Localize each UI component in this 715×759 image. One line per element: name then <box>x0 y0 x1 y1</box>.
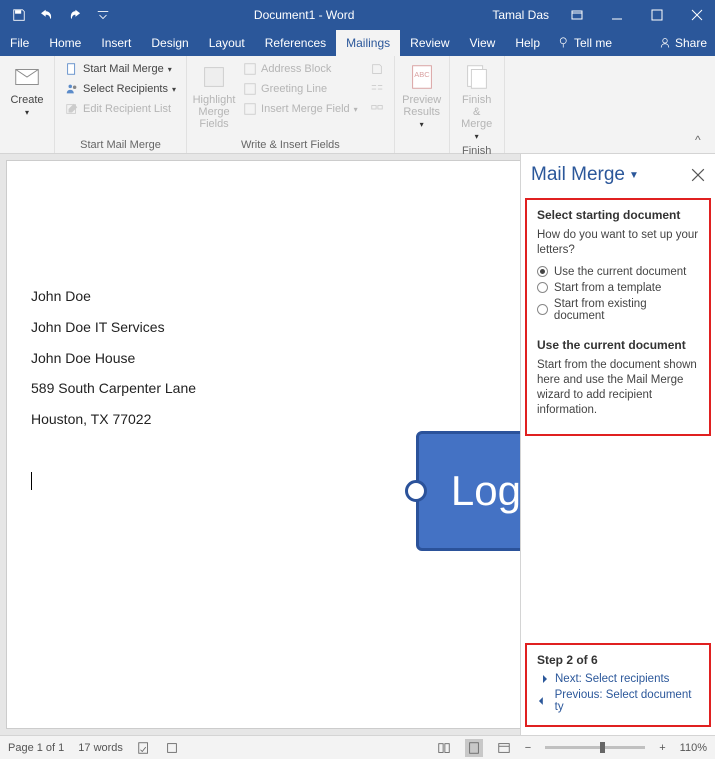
title-bar: Document1 - Word Tamal Das <box>0 0 715 30</box>
step-indicator: Step 2 of 6 <box>537 653 699 667</box>
rules-icon <box>370 62 384 76</box>
section-question: How do you want to set up your letters? <box>537 228 699 258</box>
labels-icon <box>370 102 384 116</box>
zoom-in-button[interactable]: + <box>659 742 665 754</box>
tab-home[interactable]: Home <box>39 30 91 56</box>
match-fields-button <box>366 80 388 98</box>
tab-layout[interactable]: Layout <box>199 30 255 56</box>
page-indicator[interactable]: Page 1 of 1 <box>8 742 64 754</box>
section-heading: Select starting document <box>537 208 699 222</box>
radio-icon <box>537 282 548 293</box>
update-labels-button <box>366 100 388 118</box>
edit-list-icon <box>65 102 79 116</box>
tab-help[interactable]: Help <box>505 30 550 56</box>
tab-mailings[interactable]: Mailings <box>336 30 400 56</box>
insert-field-icon <box>243 102 257 116</box>
document-title: Document1 - Word <box>116 8 492 22</box>
zoom-slider[interactable] <box>545 746 645 749</box>
undo-icon[interactable] <box>34 2 60 28</box>
status-bar: Page 1 of 1 17 words − + 110% <box>0 735 715 759</box>
tab-view[interactable]: View <box>460 30 506 56</box>
arrow-left-icon <box>537 696 549 706</box>
address-block-button: Address Block <box>239 60 362 78</box>
finish-icon <box>462 62 492 92</box>
ribbon-display-icon[interactable] <box>559 0 595 30</box>
doc-line: John Doe House <box>31 343 520 374</box>
greeting-line-button: Greeting Line <box>239 80 362 98</box>
group-label-start: Start Mail Merge <box>61 137 180 151</box>
zoom-out-button[interactable]: − <box>525 742 531 754</box>
spellcheck-icon[interactable] <box>137 741 151 755</box>
radio-icon <box>537 266 548 277</box>
group-label-finish: Finish <box>456 143 498 157</box>
tab-review[interactable]: Review <box>400 30 459 56</box>
minimize-icon[interactable] <box>599 0 635 30</box>
radio-from-existing[interactable]: Start from existing document <box>537 298 699 322</box>
macro-icon[interactable] <box>165 741 179 755</box>
people-icon <box>65 82 79 96</box>
share-button[interactable]: Share <box>651 30 715 56</box>
create-envelopes-button[interactable]: Create▾ <box>6 60 48 119</box>
previous-step-link[interactable]: Previous: Select document ty <box>537 689 699 713</box>
ribbon-tabs: File Home Insert Design Layout Reference… <box>0 30 715 56</box>
print-layout-icon[interactable] <box>465 739 483 757</box>
preview-results-button: ABC Preview Results▾ <box>401 60 443 131</box>
taskpane-title[interactable]: Mail Merge▼ <box>531 164 639 186</box>
close-icon[interactable] <box>679 0 715 30</box>
document-icon <box>65 62 79 76</box>
text-cursor <box>31 472 32 490</box>
tab-references[interactable]: References <box>255 30 336 56</box>
user-name: Tamal Das <box>492 8 555 22</box>
rules-button <box>366 60 388 78</box>
chevron-down-icon[interactable]: ▼ <box>629 170 639 181</box>
greeting-icon <box>243 82 257 96</box>
section-heading-2: Use the current document <box>537 338 699 352</box>
tab-insert[interactable]: Insert <box>91 30 141 56</box>
doc-line: John Doe <box>31 281 520 312</box>
collapse-ribbon-icon[interactable]: ^ <box>695 133 711 149</box>
tab-file[interactable]: File <box>0 30 39 56</box>
maximize-icon[interactable] <box>639 0 675 30</box>
select-recipients-button[interactable]: Select Recipients▾ <box>61 80 180 98</box>
close-taskpane-icon[interactable] <box>691 168 705 182</box>
finish-merge-button: Finish & Merge▾ <box>456 60 498 143</box>
document-body[interactable]: John Doe John Doe IT Services John Doe H… <box>7 161 520 496</box>
address-icon <box>243 62 257 76</box>
edit-recipient-list-button: Edit Recipient List <box>61 100 180 118</box>
save-icon[interactable] <box>6 2 32 28</box>
document-pane[interactable]: Log John Doe John Doe IT Services John D… <box>6 160 520 729</box>
highlight-merge-fields-button: Highlight Merge Fields <box>193 60 235 132</box>
qat-customize-icon[interactable] <box>90 2 116 28</box>
highlight-icon <box>199 62 229 92</box>
radio-use-current[interactable]: Use the current document <box>537 266 699 278</box>
next-step-link[interactable]: Next: Select recipients <box>537 673 699 685</box>
svg-text:ABC: ABC <box>414 70 430 79</box>
insert-merge-field-button: Insert Merge Field▾ <box>239 100 362 118</box>
doc-line: Houston, TX 77022 <box>31 404 520 435</box>
tell-me-search[interactable]: Tell me <box>550 30 620 56</box>
doc-line: John Doe IT Services <box>31 312 520 343</box>
word-count[interactable]: 17 words <box>78 742 123 754</box>
read-mode-icon[interactable] <box>437 741 451 755</box>
ribbon: Create▾ Start Mail Merge▾ Select Recipie… <box>0 56 715 154</box>
radio-from-template[interactable]: Start from a template <box>537 282 699 294</box>
arrow-right-icon <box>537 674 549 684</box>
zoom-level[interactable]: 110% <box>680 742 707 754</box>
redo-icon[interactable] <box>62 2 88 28</box>
tab-design[interactable]: Design <box>141 30 198 56</box>
envelope-icon <box>12 62 42 92</box>
group-label-write: Write & Insert Fields <box>193 137 388 151</box>
radio-icon <box>537 304 548 315</box>
web-layout-icon[interactable] <box>497 741 511 755</box>
start-mail-merge-button[interactable]: Start Mail Merge▾ <box>61 60 180 78</box>
preview-icon: ABC <box>407 62 437 92</box>
match-icon <box>370 82 384 96</box>
mail-merge-taskpane: Mail Merge▼ Select starting document How… <box>520 154 715 735</box>
doc-line: 589 South Carpenter Lane <box>31 373 520 404</box>
section-description: Start from the document shown here and u… <box>537 358 699 418</box>
